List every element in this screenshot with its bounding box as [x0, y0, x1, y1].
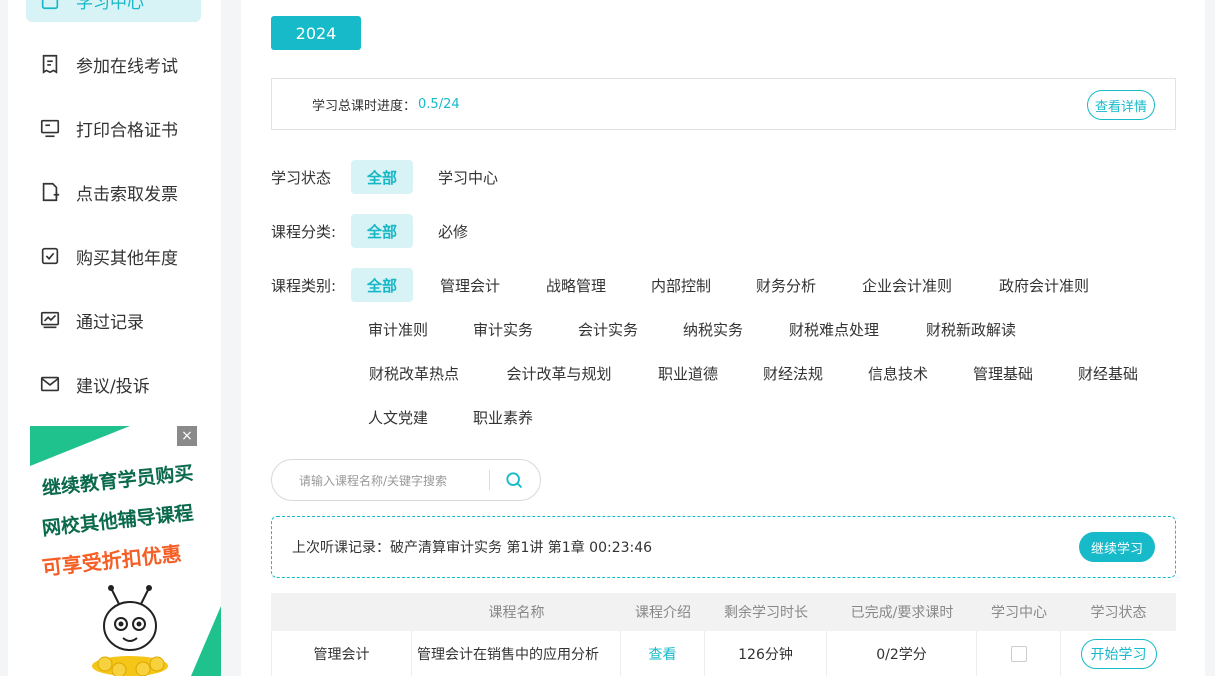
cell-course-name: 管理会计在销售中的应用分析	[412, 630, 621, 676]
progress-summary: 学习总课时进度： 0.5/24 查看详情	[271, 78, 1176, 130]
sidebar-item-online-exam[interactable]: 参加在线考试	[26, 42, 201, 86]
search-divider	[489, 470, 490, 490]
progress-value: 0.5/24	[418, 96, 460, 112]
cell-study-center	[977, 630, 1061, 676]
filter-type-option[interactable]: 财经基础	[1076, 356, 1140, 390]
filter-type-option[interactable]: 战略管理	[544, 268, 608, 302]
mascot-illustration	[92, 585, 168, 676]
invoice-icon	[38, 180, 62, 204]
search-icon[interactable]	[504, 470, 524, 490]
filter-type-all[interactable]: 全部	[351, 268, 413, 302]
filter-type-option[interactable]: 财税难点处理	[786, 312, 882, 346]
sidebar-item-label: 点击索取发票	[76, 184, 178, 205]
column-header: 剩余学习时长	[724, 605, 808, 621]
promo-highlight: 可享受折扣优惠	[40, 541, 183, 580]
filter-type-option[interactable]: 内部控制	[649, 268, 713, 302]
filter-type-option[interactable]: 财税改革热点	[366, 356, 462, 390]
filter-type-option[interactable]: 纳税实务	[681, 312, 745, 346]
sidebar-item-label: 通过记录	[76, 312, 144, 333]
sidebar-item-invoice[interactable]: 点击索取发票	[26, 170, 201, 214]
filter-type-option[interactable]: 人文党建	[366, 400, 430, 434]
year-tab[interactable]: 2024	[271, 16, 361, 50]
promo-decoration	[191, 606, 221, 676]
filter-label: 课程类别:	[271, 276, 337, 295]
doc-icon	[38, 0, 62, 12]
sidebar-item-label: 购买其他年度	[76, 248, 178, 269]
cell-completed-hours: 0/2学分	[827, 630, 977, 676]
filter-label: 课程分类:	[271, 222, 337, 241]
sidebar-item-buy-other-year[interactable]: 购买其他年度	[26, 234, 201, 278]
chart-icon	[38, 308, 62, 332]
filter-course-category: 课程分类: 全部 必修	[271, 214, 483, 248]
continue-study-button[interactable]: 继续学习	[1079, 532, 1155, 562]
last-study-record: 上次听课记录：破产清算审计实务 第1讲 第1章 00:23:46 继续学习	[271, 516, 1176, 578]
filter-type-option[interactable]: 政府会计准则	[996, 268, 1092, 302]
promo-line: 网校其他辅导课程	[41, 502, 195, 540]
filter-type-option[interactable]: 财经法规	[761, 356, 825, 390]
filter-status-all[interactable]: 全部	[351, 160, 413, 194]
search-box[interactable]: 请输入课程名称/关键字搜索	[271, 459, 541, 501]
main-panel: 2024 学习总课时进度： 0.5/24 查看详情 学习状态 全部 学习中心 课…	[241, 0, 1205, 676]
filter-type-option[interactable]: 职业道德	[656, 356, 720, 390]
progress-label: 学习总课时进度：	[312, 98, 417, 114]
column-header: 学习中心	[991, 605, 1047, 621]
view-details-button[interactable]: 查看详情	[1087, 90, 1155, 120]
cell-remaining-time: 126分钟	[705, 630, 827, 676]
table-row: 管理会计 管理会计在销售中的应用分析 查看 126分钟 0/2学分 开始学习	[271, 630, 1176, 676]
filter-type-option[interactable]: 会计实务	[576, 312, 640, 346]
promo-banner[interactable]: × 继续教育学员购买 网校其他辅导课程 可享受折扣优惠	[30, 426, 221, 676]
cell-category: 管理会计	[271, 630, 412, 676]
sidebar: 学习中心 参加在线考试 打印合格证书 点击索取发票 购买其他年度 通过记录 建议…	[8, 0, 221, 676]
sidebar-item-pass-records[interactable]: 通过记录	[26, 298, 201, 342]
column-header: 课程介绍	[635, 605, 691, 621]
filter-type-option[interactable]: 信息技术	[866, 356, 930, 390]
promo-decoration	[30, 426, 130, 466]
type-options-row-3: 财税改革热点 会计改革与规划 职业道德 财经法规 信息技术 管理基础 财经基础	[366, 356, 1140, 390]
type-options-row-4: 人文党建 职业素养	[366, 400, 535, 434]
column-header: 课程名称	[488, 605, 545, 621]
filter-type-option[interactable]: 审计准则	[366, 312, 430, 346]
column-header: 学习状态	[1090, 605, 1147, 621]
sidebar-item-label: 参加在线考试	[76, 56, 178, 77]
filter-type-option[interactable]: 企业会计准则	[859, 268, 955, 302]
filter-type-option[interactable]: 财税新政解读	[923, 312, 1019, 346]
close-icon[interactable]: ×	[177, 426, 197, 446]
sidebar-item-print-certificate[interactable]: 打印合格证书	[26, 106, 201, 150]
filter-label: 学习状态	[271, 168, 332, 187]
sidebar-item-label: 学习中心	[76, 0, 144, 13]
start-study-button[interactable]: 开始学习	[1080, 638, 1157, 669]
course-table: 课程名称 课程介绍 剩余学习时长 已完成/要求课时 学习中心 学习状态 管理会计…	[271, 593, 1176, 676]
sidebar-item-study-center[interactable]: 学习中心	[26, 0, 201, 22]
filter-type-option[interactable]: 管理基础	[971, 356, 1035, 390]
filter-type-option[interactable]: 会计改革与规划	[503, 356, 615, 390]
checkbox-icon	[38, 244, 62, 268]
filter-type-option[interactable]: 财务分析	[754, 268, 818, 302]
sidebar-item-label: 打印合格证书	[76, 120, 178, 141]
filter-type-option[interactable]: 审计实务	[471, 312, 535, 346]
mail-icon	[38, 372, 62, 396]
column-header: 已完成/要求课时	[850, 605, 954, 621]
view-intro-link[interactable]: 查看	[621, 630, 705, 676]
last-record-text: 上次听课记录：破产清算审计实务 第1讲 第1章 00:23:46	[292, 540, 653, 556]
filter-type-option[interactable]: 管理会计	[438, 268, 502, 302]
exam-icon	[38, 52, 62, 76]
type-options-row-1: 管理会计 战略管理 内部控制 财务分析 企业会计准则 政府会计准则	[438, 268, 1092, 302]
certificate-icon	[38, 116, 62, 140]
filter-category-required[interactable]: 必修	[423, 214, 483, 248]
filter-study-status: 学习状态 全部 学习中心	[271, 160, 513, 194]
search-input[interactable]: 请输入课程名称/关键字搜索	[299, 472, 489, 489]
cell-study-status: 开始学习	[1061, 631, 1176, 676]
type-options-row-2: 审计准则 审计实务 会计实务 纳税实务 财税难点处理 财税新政解读	[366, 312, 1019, 346]
filter-category-all[interactable]: 全部	[351, 214, 413, 248]
filter-course-type: 课程类别: 全部	[271, 268, 413, 302]
study-center-checkbox[interactable]	[1010, 645, 1027, 662]
sidebar-item-label: 建议/投诉	[76, 376, 150, 397]
sidebar-item-feedback[interactable]: 建议/投诉	[26, 362, 201, 406]
table-header: 课程名称 课程介绍 剩余学习时长 已完成/要求课时 学习中心 学习状态	[271, 593, 1176, 631]
filter-status-study-center[interactable]: 学习中心	[423, 160, 513, 194]
filter-type-option[interactable]: 职业素养	[471, 400, 535, 434]
